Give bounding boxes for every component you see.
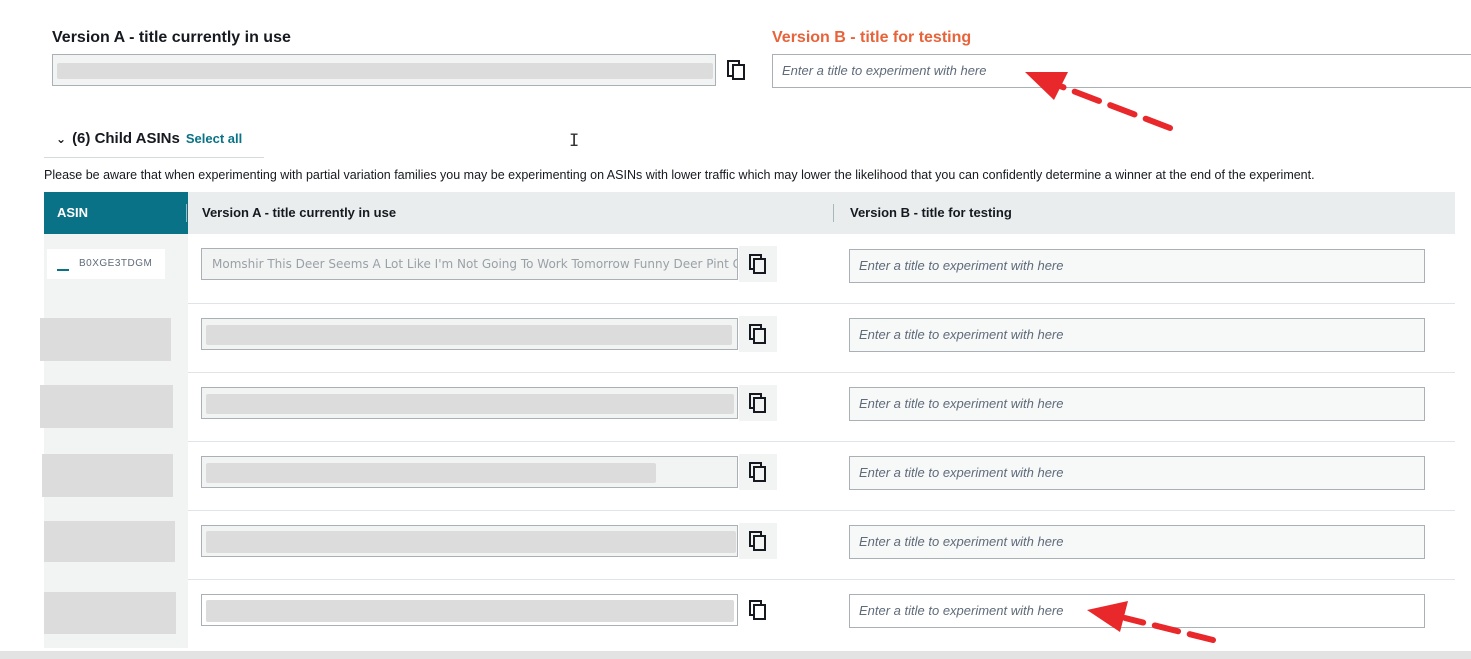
annotation-arrows bbox=[1025, 72, 1216, 643]
annotation-arrow-top bbox=[1025, 72, 1173, 131]
annotation-arrow-bottom bbox=[1087, 601, 1216, 643]
